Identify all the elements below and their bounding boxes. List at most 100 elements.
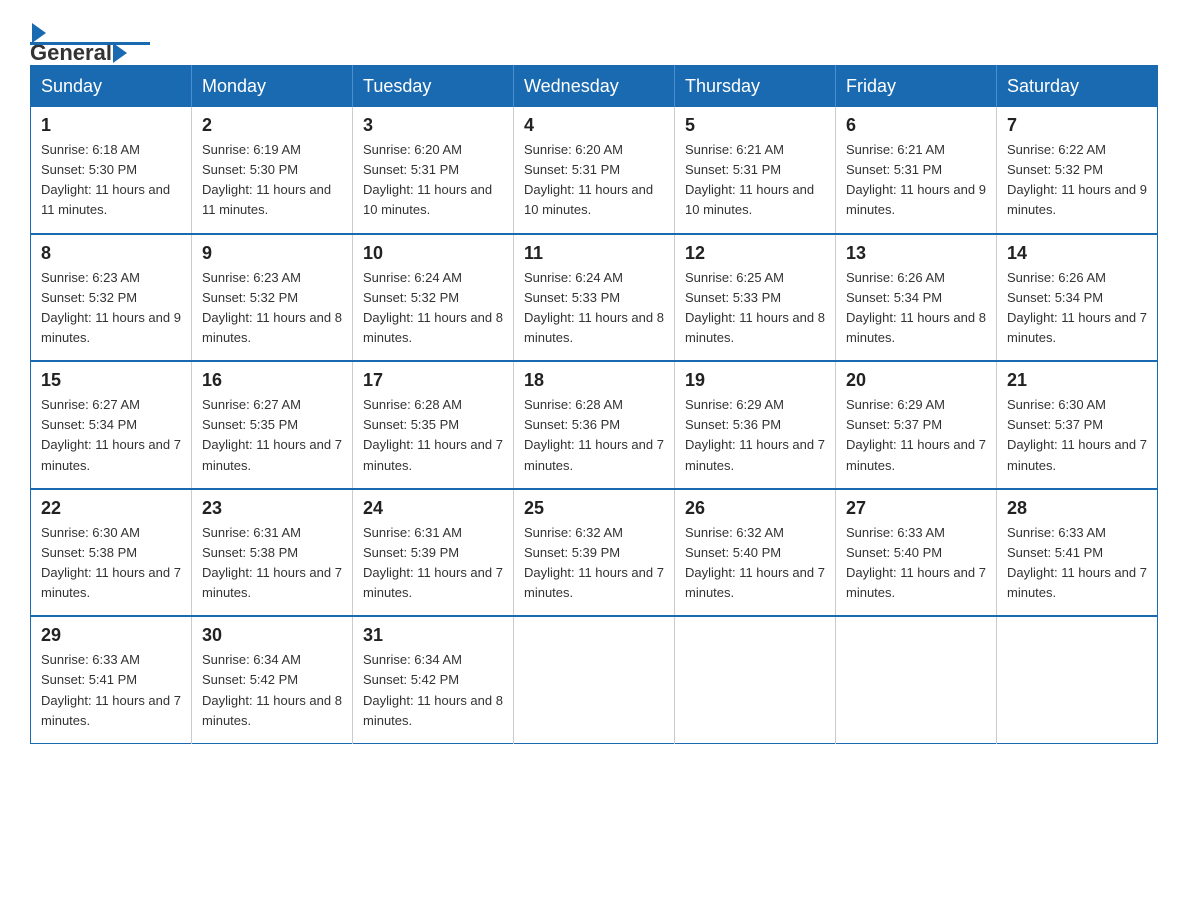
day-number: 17 bbox=[363, 370, 503, 391]
calendar-cell: 21 Sunrise: 6:30 AMSunset: 5:37 PMDayligh… bbox=[997, 361, 1158, 489]
calendar-cell: 2 Sunrise: 6:19 AMSunset: 5:30 PMDaylight… bbox=[192, 107, 353, 234]
calendar-cell: 13Sunrise: 6:26 AMSunset: 5:34 PMDayligh… bbox=[836, 234, 997, 362]
day-number: 4 bbox=[524, 115, 664, 136]
day-info: Sunrise: 6:21 AMSunset: 5:31 PMDaylight:… bbox=[846, 140, 986, 221]
day-number: 14 bbox=[1007, 243, 1147, 264]
day-info: Sunrise: 6:29 AMSunset: 5:36 PMDaylight:… bbox=[685, 395, 825, 476]
calendar-cell bbox=[514, 616, 675, 743]
header-thursday: Thursday bbox=[675, 66, 836, 108]
calendar-cell: 7Sunrise: 6:22 AMSunset: 5:32 PMDaylight… bbox=[997, 107, 1158, 234]
day-info: Sunrise: 6:19 AMSunset: 5:30 PMDaylight:… bbox=[202, 140, 342, 221]
day-number: 24 bbox=[363, 498, 503, 519]
calendar-cell: 27 Sunrise: 6:33 AMSunset: 5:40 PMDayligh… bbox=[836, 489, 997, 617]
calendar-cell: 23 Sunrise: 6:31 AMSunset: 5:38 PMDayligh… bbox=[192, 489, 353, 617]
day-info: Sunrise: 6:34 AMSunset: 5:42 PMDaylight:… bbox=[363, 650, 503, 731]
calendar-cell bbox=[997, 616, 1158, 743]
day-number: 13 bbox=[846, 243, 986, 264]
day-number: 2 bbox=[202, 115, 342, 136]
logo-triangle-icon bbox=[113, 43, 127, 63]
calendar-cell: 12 Sunrise: 6:25 AMSunset: 5:33 PMDayligh… bbox=[675, 234, 836, 362]
calendar-week-row: 8 Sunrise: 6:23 AMSunset: 5:32 PMDaylight… bbox=[31, 234, 1158, 362]
header-tuesday: Tuesday bbox=[353, 66, 514, 108]
day-number: 5 bbox=[685, 115, 825, 136]
day-info: Sunrise: 6:26 AMSunset: 5:34 PMDaylight:… bbox=[1007, 268, 1147, 349]
day-number: 26 bbox=[685, 498, 825, 519]
day-info: Sunrise: 6:31 AMSunset: 5:38 PMDaylight:… bbox=[202, 523, 342, 604]
header-sunday: Sunday bbox=[31, 66, 192, 108]
day-number: 29 bbox=[41, 625, 181, 646]
logo: General bbox=[30, 20, 150, 45]
calendar-cell: 18 Sunrise: 6:28 AMSunset: 5:36 PMDayligh… bbox=[514, 361, 675, 489]
calendar-cell: 8Sunrise: 6:23 AMSunset: 5:32 PMDaylight… bbox=[31, 234, 192, 362]
logo-underline bbox=[30, 42, 150, 45]
day-info: Sunrise: 6:27 AMSunset: 5:35 PMDaylight:… bbox=[202, 395, 342, 476]
calendar-cell: 15Sunrise: 6:27 AMSunset: 5:34 PMDayligh… bbox=[31, 361, 192, 489]
calendar-cell: 26 Sunrise: 6:32 AMSunset: 5:40 PMDayligh… bbox=[675, 489, 836, 617]
calendar-cell: 9Sunrise: 6:23 AMSunset: 5:32 PMDaylight… bbox=[192, 234, 353, 362]
day-info: Sunrise: 6:33 AMSunset: 5:41 PMDaylight:… bbox=[1007, 523, 1147, 604]
day-info: Sunrise: 6:30 AMSunset: 5:37 PMDaylight:… bbox=[1007, 395, 1147, 476]
day-info: Sunrise: 6:24 AMSunset: 5:33 PMDaylight:… bbox=[524, 268, 664, 349]
calendar-cell: 16Sunrise: 6:27 AMSunset: 5:35 PMDayligh… bbox=[192, 361, 353, 489]
day-info: Sunrise: 6:25 AMSunset: 5:33 PMDaylight:… bbox=[685, 268, 825, 349]
day-number: 3 bbox=[363, 115, 503, 136]
calendar-cell: 1Sunrise: 6:18 AMSunset: 5:30 PMDaylight… bbox=[31, 107, 192, 234]
day-number: 8 bbox=[41, 243, 181, 264]
calendar-cell: 3Sunrise: 6:20 AMSunset: 5:31 PMDaylight… bbox=[353, 107, 514, 234]
day-info: Sunrise: 6:23 AMSunset: 5:32 PMDaylight:… bbox=[202, 268, 342, 349]
day-info: Sunrise: 6:34 AMSunset: 5:42 PMDaylight:… bbox=[202, 650, 342, 731]
page-header: General bbox=[30, 20, 1158, 45]
calendar-cell: 10Sunrise: 6:24 AMSunset: 5:32 PMDayligh… bbox=[353, 234, 514, 362]
day-info: Sunrise: 6:24 AMSunset: 5:32 PMDaylight:… bbox=[363, 268, 503, 349]
calendar-cell: 24 Sunrise: 6:31 AMSunset: 5:39 PMDayligh… bbox=[353, 489, 514, 617]
calendar-cell bbox=[675, 616, 836, 743]
day-number: 30 bbox=[202, 625, 342, 646]
day-number: 12 bbox=[685, 243, 825, 264]
calendar-cell: 14 Sunrise: 6:26 AMSunset: 5:34 PMDayligh… bbox=[997, 234, 1158, 362]
day-number: 31 bbox=[363, 625, 503, 646]
header-friday: Friday bbox=[836, 66, 997, 108]
day-number: 28 bbox=[1007, 498, 1147, 519]
day-number: 22 bbox=[41, 498, 181, 519]
day-number: 23 bbox=[202, 498, 342, 519]
day-number: 27 bbox=[846, 498, 986, 519]
day-info: Sunrise: 6:33 AMSunset: 5:40 PMDaylight:… bbox=[846, 523, 986, 604]
header-monday: Monday bbox=[192, 66, 353, 108]
day-info: Sunrise: 6:22 AMSunset: 5:32 PMDaylight:… bbox=[1007, 140, 1147, 221]
day-number: 21 bbox=[1007, 370, 1147, 391]
calendar-cell: 30 Sunrise: 6:34 AMSunset: 5:42 PMDayligh… bbox=[192, 616, 353, 743]
day-info: Sunrise: 6:28 AMSunset: 5:36 PMDaylight:… bbox=[524, 395, 664, 476]
day-info: Sunrise: 6:30 AMSunset: 5:38 PMDaylight:… bbox=[41, 523, 181, 604]
day-number: 25 bbox=[524, 498, 664, 519]
calendar-cell: 5 Sunrise: 6:21 AMSunset: 5:31 PMDaylight… bbox=[675, 107, 836, 234]
calendar-cell: 20Sunrise: 6:29 AMSunset: 5:37 PMDayligh… bbox=[836, 361, 997, 489]
calendar-cell: 6 Sunrise: 6:21 AMSunset: 5:31 PMDaylight… bbox=[836, 107, 997, 234]
day-number: 11 bbox=[524, 243, 664, 264]
calendar-cell: 29Sunrise: 6:33 AMSunset: 5:41 PMDayligh… bbox=[31, 616, 192, 743]
day-number: 20 bbox=[846, 370, 986, 391]
calendar-table: SundayMondayTuesdayWednesdayThursdayFrid… bbox=[30, 65, 1158, 744]
day-info: Sunrise: 6:32 AMSunset: 5:40 PMDaylight:… bbox=[685, 523, 825, 604]
day-info: Sunrise: 6:18 AMSunset: 5:30 PMDaylight:… bbox=[41, 140, 181, 221]
day-number: 19 bbox=[685, 370, 825, 391]
day-info: Sunrise: 6:31 AMSunset: 5:39 PMDaylight:… bbox=[363, 523, 503, 604]
day-number: 18 bbox=[524, 370, 664, 391]
header-wednesday: Wednesday bbox=[514, 66, 675, 108]
calendar-cell: 25 Sunrise: 6:32 AMSunset: 5:39 PMDayligh… bbox=[514, 489, 675, 617]
calendar-cell bbox=[836, 616, 997, 743]
day-number: 15 bbox=[41, 370, 181, 391]
calendar-cell: 19 Sunrise: 6:29 AMSunset: 5:36 PMDayligh… bbox=[675, 361, 836, 489]
calendar-cell: 4 Sunrise: 6:20 AMSunset: 5:31 PMDaylight… bbox=[514, 107, 675, 234]
day-info: Sunrise: 6:20 AMSunset: 5:31 PMDaylight:… bbox=[524, 140, 664, 221]
header-saturday: Saturday bbox=[997, 66, 1158, 108]
calendar-week-row: 29Sunrise: 6:33 AMSunset: 5:41 PMDayligh… bbox=[31, 616, 1158, 743]
calendar-header-row: SundayMondayTuesdayWednesdayThursdayFrid… bbox=[31, 66, 1158, 108]
calendar-week-row: 1Sunrise: 6:18 AMSunset: 5:30 PMDaylight… bbox=[31, 107, 1158, 234]
calendar-cell: 11 Sunrise: 6:24 AMSunset: 5:33 PMDayligh… bbox=[514, 234, 675, 362]
day-number: 6 bbox=[846, 115, 986, 136]
calendar-cell: 28 Sunrise: 6:33 AMSunset: 5:41 PMDayligh… bbox=[997, 489, 1158, 617]
day-info: Sunrise: 6:21 AMSunset: 5:31 PMDaylight:… bbox=[685, 140, 825, 221]
day-info: Sunrise: 6:32 AMSunset: 5:39 PMDaylight:… bbox=[524, 523, 664, 604]
day-info: Sunrise: 6:28 AMSunset: 5:35 PMDaylight:… bbox=[363, 395, 503, 476]
calendar-cell: 22 Sunrise: 6:30 AMSunset: 5:38 PMDayligh… bbox=[31, 489, 192, 617]
